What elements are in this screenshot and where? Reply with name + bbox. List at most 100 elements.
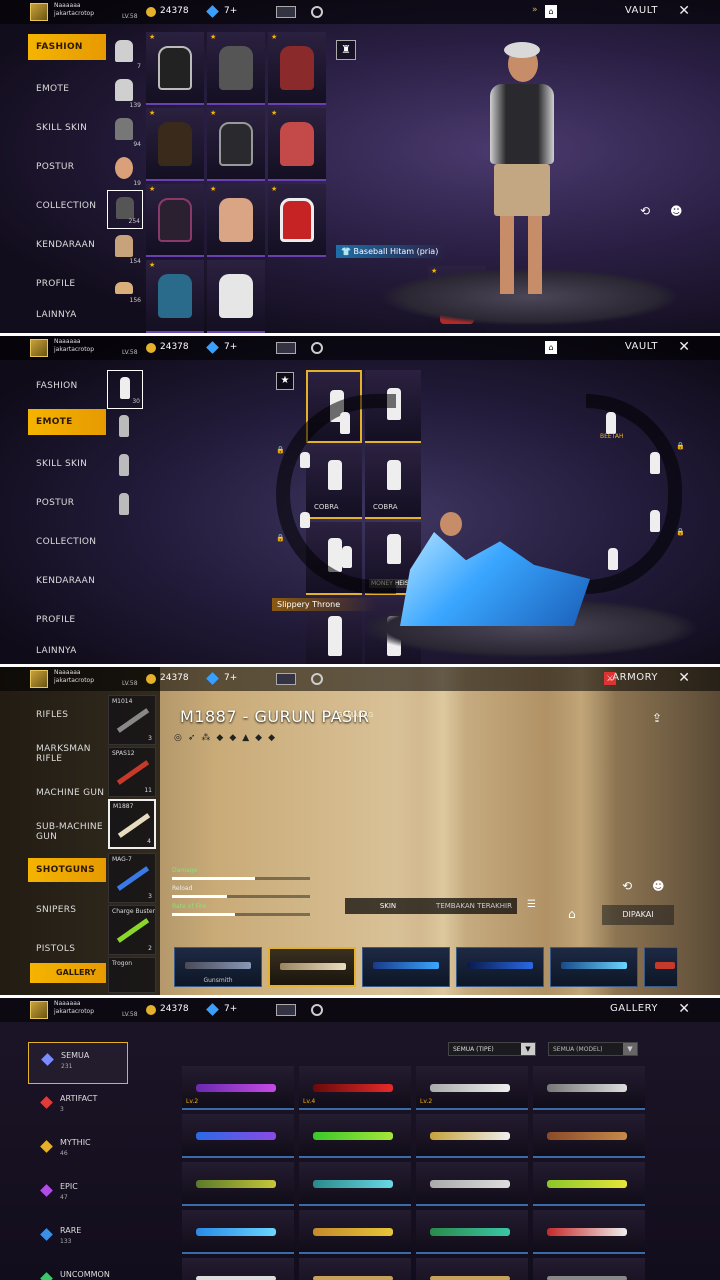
close-icon[interactable]: ✕ bbox=[678, 339, 690, 355]
skin-card[interactable] bbox=[644, 947, 678, 987]
skin-card[interactable]: Gunsmith bbox=[174, 947, 262, 987]
mail-icon[interactable] bbox=[276, 342, 296, 354]
item-card[interactable]: ★ bbox=[207, 32, 265, 105]
rarity-filter-epic[interactable]: EPIC 47 bbox=[28, 1174, 128, 1216]
settings-icon[interactable] bbox=[311, 673, 323, 685]
sidebar-item-snipers[interactable]: SNIPERS bbox=[28, 890, 106, 929]
item-card[interactable] bbox=[207, 260, 265, 333]
sidebar-item-kendaraan[interactable]: KENDARAAN bbox=[28, 225, 106, 264]
gallery-item[interactable] bbox=[533, 1210, 645, 1254]
gallery-item[interactable] bbox=[182, 1162, 294, 1206]
diamond-icon[interactable] bbox=[206, 5, 219, 18]
gallery-item[interactable] bbox=[416, 1162, 528, 1206]
gallery-item[interactable] bbox=[182, 1114, 294, 1158]
sidebar-item-emote[interactable]: EMOTE bbox=[28, 409, 106, 435]
muzzle-icon[interactable]: ➶ bbox=[188, 733, 196, 743]
sidebar-item-lainnya[interactable]: LAINNYA bbox=[28, 303, 106, 327]
subcategory-bottom[interactable]: 154 bbox=[107, 229, 143, 268]
skin-card[interactable] bbox=[456, 947, 544, 987]
avatar[interactable] bbox=[30, 1001, 48, 1019]
settings-icon[interactable] bbox=[311, 1004, 323, 1016]
subcategory-head[interactable]: 7 bbox=[107, 34, 143, 73]
foregrip-icon[interactable]: ◆ bbox=[268, 733, 275, 743]
settings-icon[interactable] bbox=[311, 6, 323, 18]
sidebar-item-machine-gun[interactable]: MACHINE GUN bbox=[28, 773, 106, 812]
gallery-item[interactable] bbox=[533, 1258, 645, 1280]
share-icon[interactable]: ⇪ bbox=[652, 711, 662, 725]
wheel-slot-emote[interactable] bbox=[650, 510, 660, 532]
rarity-filter-rare[interactable]: RARE 133 bbox=[28, 1218, 128, 1260]
item-card[interactable]: ★ bbox=[146, 108, 204, 181]
sidebar-item-collection[interactable]: COLLECTION bbox=[28, 186, 106, 225]
favorite-star-icon[interactable]: ★ bbox=[276, 372, 294, 390]
weapon-slot[interactable]: M1014 3 bbox=[108, 695, 156, 745]
sidebar-item-rifles[interactable]: RIFLES bbox=[28, 695, 106, 734]
gallery-item[interactable] bbox=[182, 1210, 294, 1254]
character-icon[interactable]: ☻ bbox=[652, 879, 665, 893]
double-chevron-icon[interactable]: » bbox=[532, 5, 538, 15]
rarity-filter-uncommon[interactable]: UNCOMMON bbox=[28, 1262, 128, 1280]
gallery-item[interactable] bbox=[299, 1210, 411, 1254]
barrel-icon[interactable]: ◆ bbox=[255, 733, 262, 743]
tab-last-shot[interactable]: TEMBAKAN TERAKHIR bbox=[431, 898, 517, 914]
equip-button[interactable]: DIPAKAI bbox=[602, 905, 674, 925]
subcategory-top[interactable]: 254 bbox=[107, 190, 143, 229]
diamond-icon[interactable] bbox=[206, 1003, 219, 1016]
wheel-slot-emote[interactable] bbox=[606, 412, 616, 434]
sidebar-item-collection[interactable]: COLLECTION bbox=[28, 522, 106, 561]
home-icon[interactable]: ⌂ bbox=[568, 907, 576, 921]
character-switch-icon[interactable]: ☻ bbox=[670, 204, 683, 218]
sidebar-item-fashion[interactable]: FASHION bbox=[28, 34, 106, 60]
home-icon[interactable]: ⌂ bbox=[545, 341, 557, 354]
sidebar-item-shotguns[interactable]: SHOTGUNS bbox=[28, 858, 106, 882]
sidebar-item-emote[interactable]: EMOTE bbox=[28, 69, 106, 108]
scope-icon[interactable]: ◎ bbox=[174, 733, 182, 743]
skin-card-selected[interactable] bbox=[268, 947, 356, 987]
gallery-item[interactable]: Lv.2 bbox=[416, 1066, 528, 1110]
avatar[interactable] bbox=[30, 670, 48, 688]
mail-icon[interactable] bbox=[276, 673, 296, 685]
subcategory-emote-3[interactable] bbox=[107, 448, 143, 487]
gallery-item[interactable] bbox=[533, 1162, 645, 1206]
sidebar-item-kendaraan[interactable]: KENDARAAN bbox=[28, 561, 106, 600]
sidebar-item-fashion[interactable]: FASHION bbox=[28, 366, 106, 405]
tab-skin[interactable]: SKIN bbox=[345, 898, 431, 914]
sidebar-item-lainnya[interactable]: LAINNYA bbox=[28, 639, 106, 663]
mail-icon[interactable] bbox=[276, 1004, 296, 1016]
avatar[interactable] bbox=[30, 3, 48, 21]
mannequin-icon[interactable]: ♜ bbox=[336, 40, 356, 60]
item-card[interactable]: ★ bbox=[268, 184, 326, 257]
item-card[interactable]: ★ bbox=[146, 32, 204, 105]
subcategory-emote[interactable]: 30 bbox=[107, 370, 143, 409]
stock-icon[interactable]: ◆ bbox=[216, 733, 223, 743]
rotate-icon[interactable]: ⟲ bbox=[622, 879, 632, 893]
gallery-item[interactable] bbox=[416, 1114, 528, 1158]
weapon-slot-selected[interactable]: M1887 4 bbox=[108, 799, 156, 849]
gallery-item[interactable] bbox=[416, 1258, 528, 1280]
ammo-icon[interactable]: ⁂ bbox=[201, 733, 210, 743]
subcategory-emote-2[interactable] bbox=[107, 409, 143, 448]
list-icon[interactable]: ☰ bbox=[527, 899, 536, 910]
gallery-item[interactable] bbox=[299, 1162, 411, 1206]
weapon-slot[interactable]: Charge Buster 2 bbox=[108, 905, 156, 955]
wheel-slot-emote[interactable] bbox=[300, 452, 310, 468]
magazine-icon[interactable]: ▲ bbox=[242, 733, 249, 743]
sidebar-item-profile[interactable]: PROFILE bbox=[28, 600, 106, 639]
diamond-icon[interactable] bbox=[206, 341, 219, 354]
item-card[interactable]: ★ bbox=[268, 32, 326, 105]
rotate-icon[interactable]: ⟲ bbox=[640, 204, 650, 218]
item-card[interactable]: ★ bbox=[146, 184, 204, 257]
item-card[interactable]: ★ bbox=[146, 260, 204, 333]
rarity-filter-mythic[interactable]: MYTHIC 46 bbox=[28, 1130, 128, 1172]
gallery-item[interactable] bbox=[416, 1210, 528, 1254]
weapon-slot[interactable]: MAG-7 3 bbox=[108, 853, 156, 903]
item-card[interactable]: ★ bbox=[268, 108, 326, 181]
wheel-slot-emote[interactable] bbox=[650, 452, 660, 474]
close-icon[interactable]: ✕ bbox=[678, 3, 690, 19]
weapon-slot[interactable]: SPAS12 11 bbox=[108, 747, 156, 797]
subcategory-face[interactable]: 94 bbox=[107, 112, 143, 151]
avatar[interactable] bbox=[30, 339, 48, 357]
sidebar-item-profile[interactable]: PROFILE bbox=[28, 264, 106, 303]
subcategory-shoes[interactable]: 156 bbox=[107, 268, 143, 307]
gallery-button[interactable]: GALLERY bbox=[30, 963, 106, 983]
